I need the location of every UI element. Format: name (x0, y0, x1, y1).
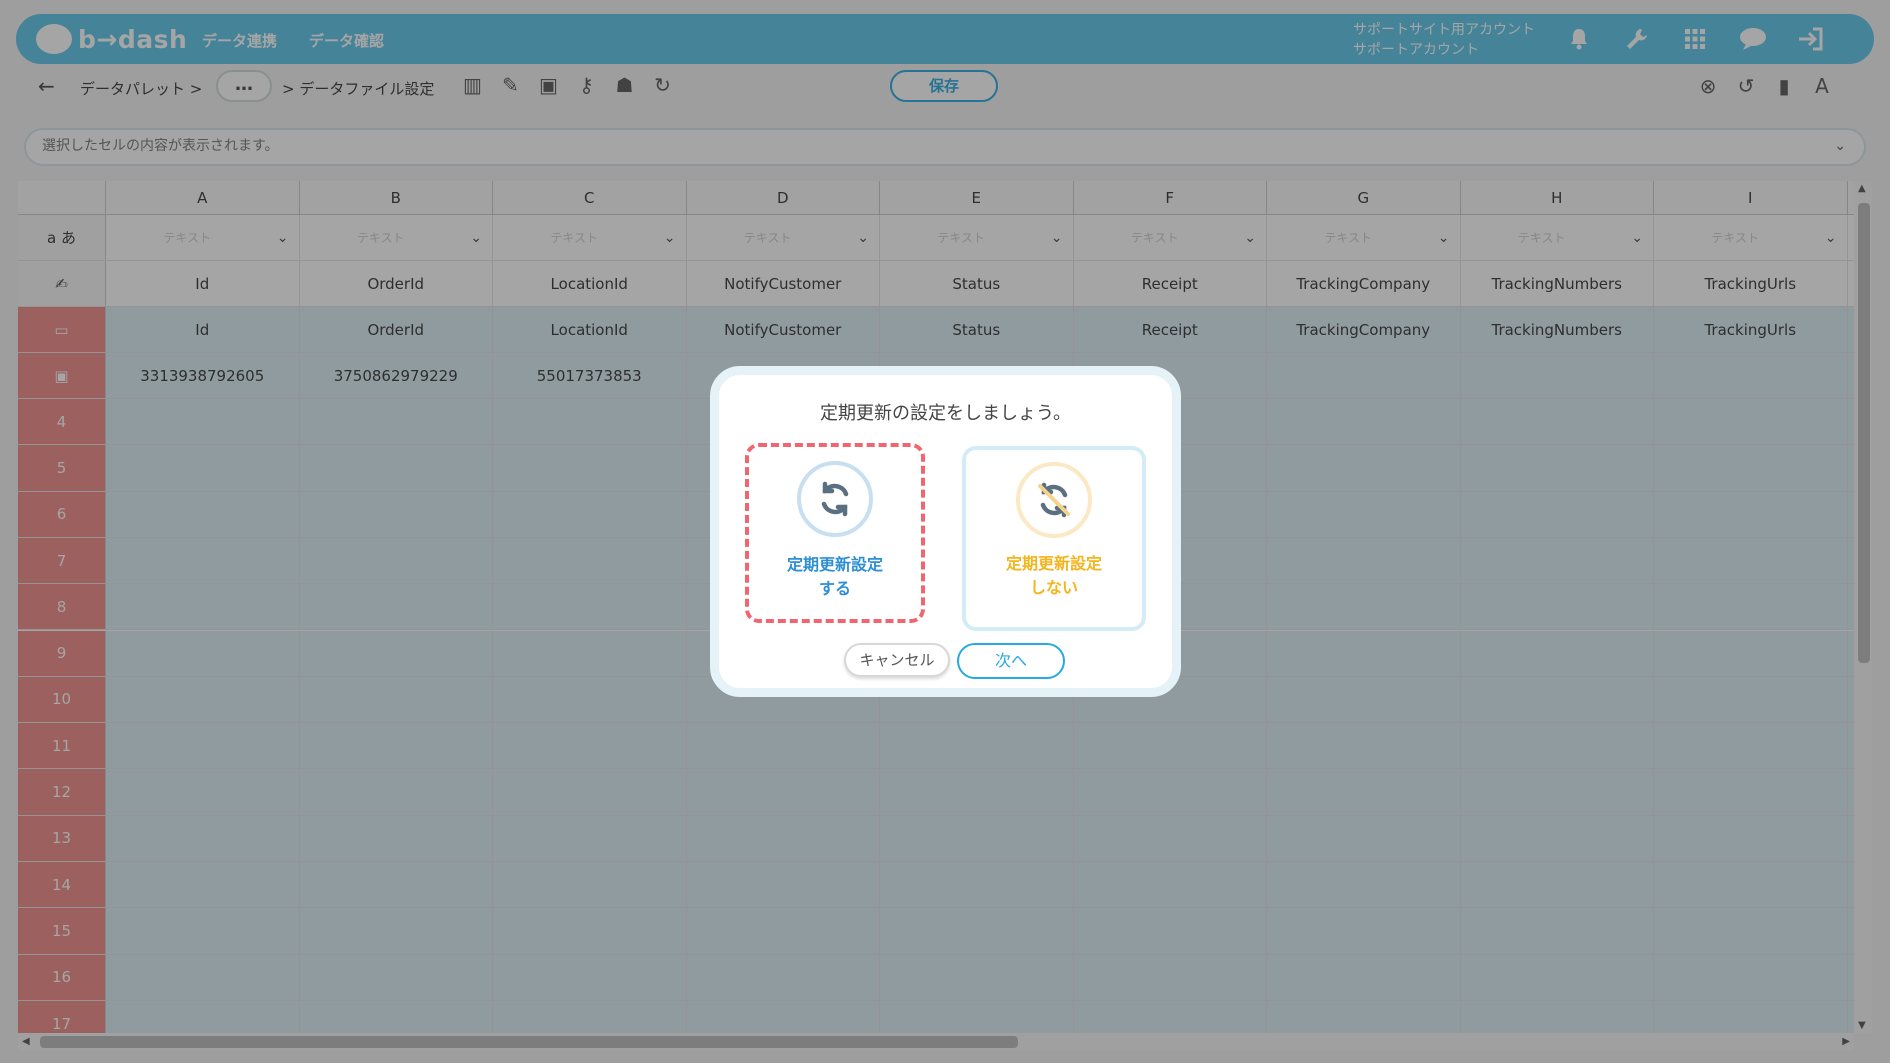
next-button[interactable]: 次へ (957, 643, 1065, 679)
option-enable-periodic-update[interactable]: 定期更新設定 する (745, 443, 925, 623)
periodic-update-dialog: 定期更新の設定をしましょう。 定期更新設定 する 定期更新設定 しない キャンセ… (710, 366, 1181, 697)
cancel-button[interactable]: キャンセル (844, 643, 950, 677)
option-yes-label: 定期更新設定 する (786, 555, 883, 598)
dialog-title: 定期更新の設定をしましょう。 (820, 403, 1071, 424)
sync-icon (797, 461, 873, 537)
option-disable-periodic-update[interactable]: 定期更新設定 しない (962, 446, 1146, 631)
option-no-label: 定期更新設定 しない (1005, 554, 1102, 597)
sync-disabled-icon (1016, 462, 1092, 538)
